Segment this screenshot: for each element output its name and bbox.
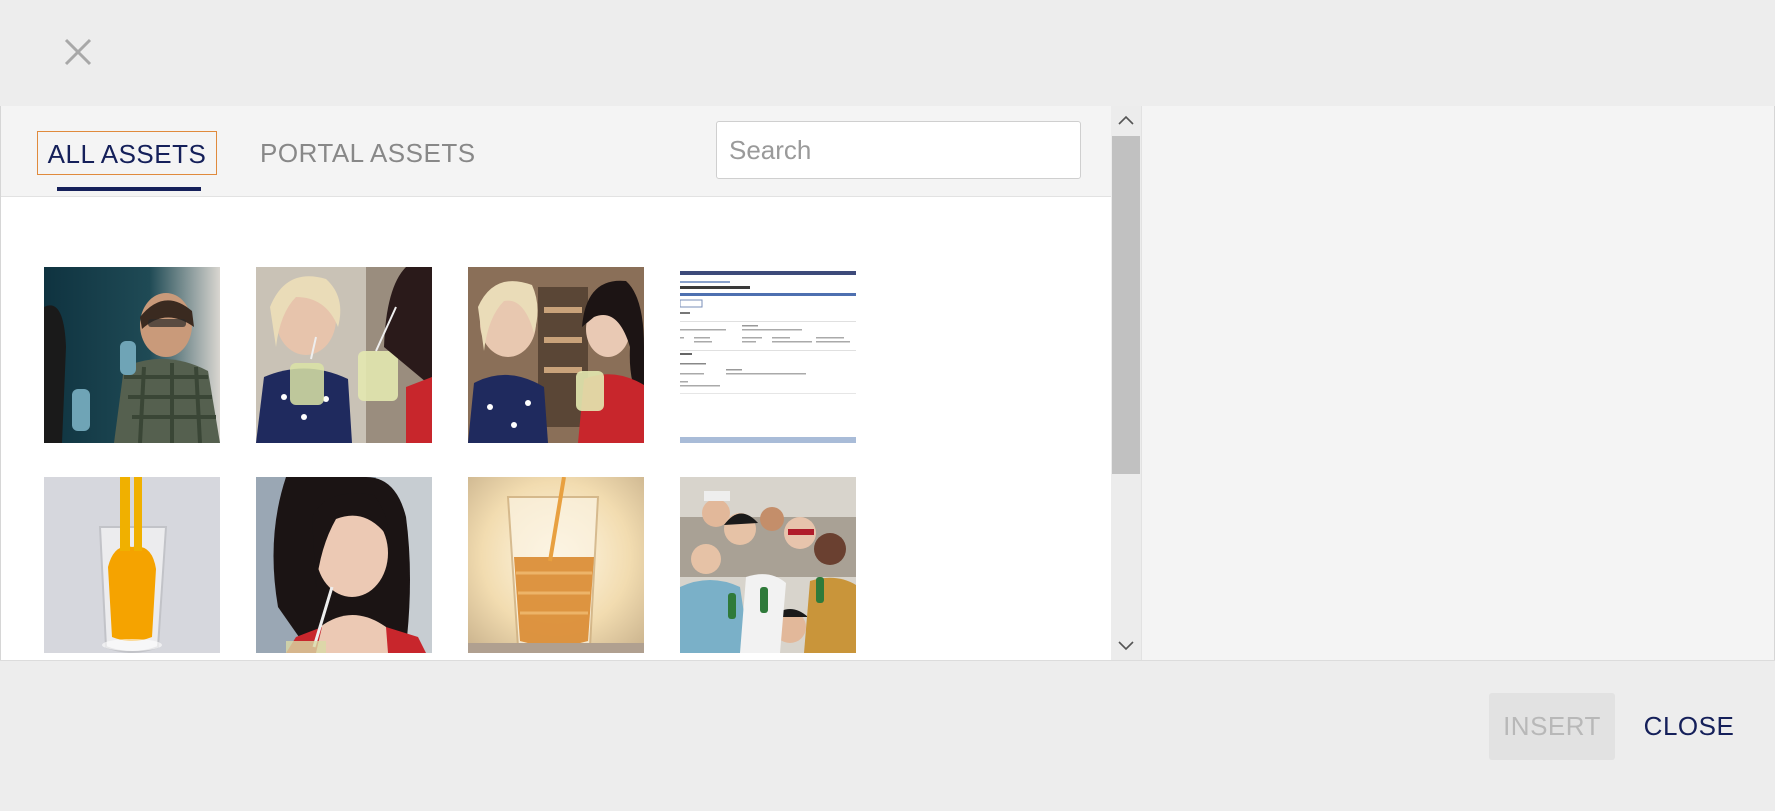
asset-thumbnail[interactable] <box>680 477 856 653</box>
asset-thumbnail[interactable] <box>44 267 220 443</box>
dialog-footer: INSERT CLOSE <box>0 660 1775 811</box>
dialog-header <box>0 0 1775 106</box>
search-input[interactable] <box>716 121 1081 179</box>
asset-thumbnail-document[interactable] <box>680 267 856 443</box>
close-button[interactable]: CLOSE <box>1634 693 1744 760</box>
asset-thumbnail[interactable] <box>468 477 644 653</box>
tabs-bar: ALL ASSETS PORTAL ASSETS <box>1 106 1111 197</box>
scroll-down-icon[interactable] <box>1111 630 1141 660</box>
asset-thumbnail[interactable] <box>44 477 220 653</box>
asset-browser: ALL ASSETS PORTAL ASSETS <box>1 106 1111 660</box>
vertical-scrollbar[interactable] <box>1111 106 1141 660</box>
close-icon[interactable] <box>62 36 94 68</box>
tab-portal-assets[interactable]: PORTAL ASSETS <box>260 131 476 175</box>
insert-button[interactable]: INSERT <box>1489 693 1615 760</box>
asset-thumbnail[interactable] <box>256 477 432 653</box>
scroll-up-icon[interactable] <box>1111 106 1141 136</box>
scrollbar-thumb[interactable] <box>1112 136 1140 474</box>
asset-thumbnail[interactable] <box>256 267 432 443</box>
asset-preview-panel <box>1141 106 1774 660</box>
tab-all-assets[interactable]: ALL ASSETS <box>37 131 217 175</box>
asset-thumbnail[interactable] <box>468 267 644 443</box>
active-tab-indicator <box>57 187 201 191</box>
